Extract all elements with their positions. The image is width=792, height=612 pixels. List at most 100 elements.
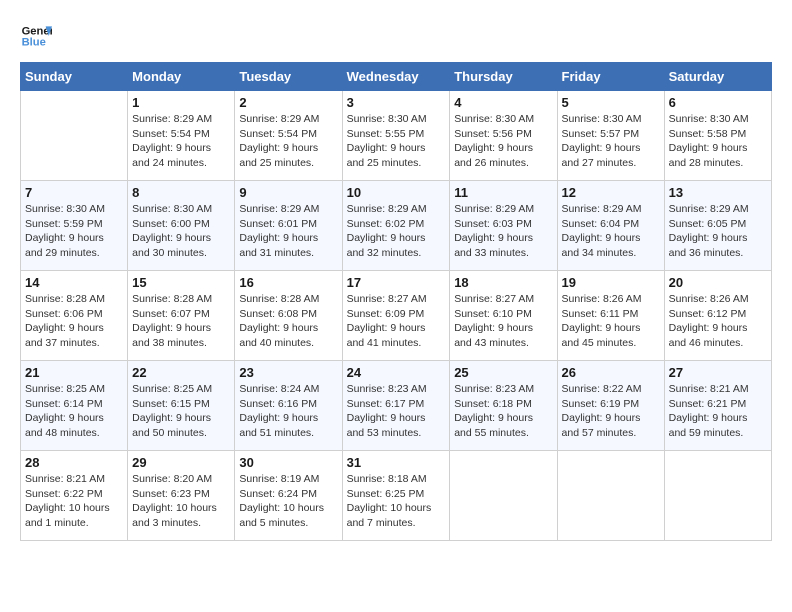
calendar-cell: 30Sunrise: 8:19 AM Sunset: 6:24 PM Dayli… <box>235 451 342 541</box>
day-number: 31 <box>347 455 446 470</box>
calendar-cell: 22 Sunrise: 8:25 AM Sunset: 6:15 PM Dayli… <box>128 361 235 451</box>
day-number: 12 <box>562 185 660 200</box>
day-info: Sunrise: 8:28 AM Sunset: 6:07 PM Dayligh… <box>132 292 230 351</box>
page-header: General Blue <box>20 20 772 52</box>
day-info: Sunrise: 8:21 AM Sunset: 6:22 PM Dayligh… <box>25 472 123 531</box>
calendar-week-2: 7 Sunrise: 8:30 AM Sunset: 5:59 PM Daylig… <box>21 181 772 271</box>
day-info: Sunrise: 8:30 AM Sunset: 5:56 PM Dayligh… <box>454 112 552 171</box>
calendar-cell: 12 Sunrise: 8:29 AM Sunset: 6:04 PM Dayli… <box>557 181 664 271</box>
day-number: 5 <box>562 95 660 110</box>
svg-text:Blue: Blue <box>22 37 46 49</box>
calendar-week-3: 14 Sunrise: 8:28 AM Sunset: 6:06 PM Dayli… <box>21 271 772 361</box>
calendar-cell: 8 Sunrise: 8:30 AM Sunset: 6:00 PM Daylig… <box>128 181 235 271</box>
calendar-cell: 17 Sunrise: 8:27 AM Sunset: 6:09 PM Dayli… <box>342 271 450 361</box>
day-info: Sunrise: 8:30 AM Sunset: 5:57 PM Dayligh… <box>562 112 660 171</box>
day-number: 9 <box>239 185 337 200</box>
calendar-week-5: 28 Sunrise: 8:21 AM Sunset: 6:22 PM Dayli… <box>21 451 772 541</box>
day-number: 2 <box>239 95 337 110</box>
calendar-cell: 5 Sunrise: 8:30 AM Sunset: 5:57 PM Daylig… <box>557 91 664 181</box>
calendar-week-4: 21Sunrise: 8:25 AM Sunset: 6:14 PM Dayli… <box>21 361 772 451</box>
calendar-cell <box>557 451 664 541</box>
day-info: Sunrise: 8:24 AM Sunset: 6:16 PM Dayligh… <box>239 382 337 441</box>
day-info: Sunrise: 8:21 AM Sunset: 6:21 PM Dayligh… <box>669 382 767 441</box>
day-info: Sunrise: 8:29 AM Sunset: 6:04 PM Dayligh… <box>562 202 660 261</box>
day-info: Sunrise: 8:25 AM Sunset: 6:15 PM Dayligh… <box>132 382 230 441</box>
day-number: 25 <box>454 365 552 380</box>
day-number: 28 <box>25 455 123 470</box>
day-number: 19 <box>562 275 660 290</box>
day-info: Sunrise: 8:30 AM Sunset: 6:00 PM Dayligh… <box>132 202 230 261</box>
day-info: Sunrise: 8:23 AM Sunset: 6:17 PM Dayligh… <box>347 382 446 441</box>
day-number: 18 <box>454 275 552 290</box>
calendar-week-1: 1 Sunrise: 8:29 AM Sunset: 5:54 PM Daylig… <box>21 91 772 181</box>
calendar-header-row: SundayMondayTuesdayWednesdayThursdayFrid… <box>21 63 772 91</box>
day-number: 23 <box>239 365 337 380</box>
header-monday: Monday <box>128 63 235 91</box>
day-number: 10 <box>347 185 446 200</box>
calendar-cell <box>21 91 128 181</box>
day-info: Sunrise: 8:26 AM Sunset: 6:12 PM Dayligh… <box>669 292 767 351</box>
day-number: 16 <box>239 275 337 290</box>
header-saturday: Saturday <box>664 63 771 91</box>
day-info: Sunrise: 8:27 AM Sunset: 6:09 PM Dayligh… <box>347 292 446 351</box>
header-sunday: Sunday <box>21 63 128 91</box>
calendar-cell <box>450 451 557 541</box>
day-info: Sunrise: 8:18 AM Sunset: 6:25 PM Dayligh… <box>347 472 446 531</box>
day-info: Sunrise: 8:30 AM Sunset: 5:58 PM Dayligh… <box>669 112 767 171</box>
day-number: 24 <box>347 365 446 380</box>
logo: General Blue <box>20 20 56 52</box>
day-number: 11 <box>454 185 552 200</box>
calendar-cell: 31 Sunrise: 8:18 AM Sunset: 6:25 PM Dayli… <box>342 451 450 541</box>
day-number: 17 <box>347 275 446 290</box>
day-number: 22 <box>132 365 230 380</box>
day-number: 6 <box>669 95 767 110</box>
day-info: Sunrise: 8:20 AM Sunset: 6:23 PM Dayligh… <box>132 472 230 531</box>
calendar-cell: 15Sunrise: 8:28 AM Sunset: 6:07 PM Dayli… <box>128 271 235 361</box>
day-number: 8 <box>132 185 230 200</box>
calendar-cell: 4 Sunrise: 8:30 AM Sunset: 5:56 PM Daylig… <box>450 91 557 181</box>
calendar-cell: 2 Sunrise: 8:29 AM Sunset: 5:54 PM Daylig… <box>235 91 342 181</box>
calendar-cell: 23 Sunrise: 8:24 AM Sunset: 6:16 PM Dayli… <box>235 361 342 451</box>
day-number: 29 <box>132 455 230 470</box>
calendar-cell: 9Sunrise: 8:29 AM Sunset: 6:01 PM Daylig… <box>235 181 342 271</box>
calendar-cell: 24 Sunrise: 8:23 AM Sunset: 6:17 PM Dayli… <box>342 361 450 451</box>
calendar-cell: 27 Sunrise: 8:21 AM Sunset: 6:21 PM Dayli… <box>664 361 771 451</box>
day-number: 1 <box>132 95 230 110</box>
calendar-cell: 3 Sunrise: 8:30 AM Sunset: 5:55 PM Daylig… <box>342 91 450 181</box>
day-info: Sunrise: 8:30 AM Sunset: 5:55 PM Dayligh… <box>347 112 446 171</box>
day-number: 7 <box>25 185 123 200</box>
calendar-cell: 21Sunrise: 8:25 AM Sunset: 6:14 PM Dayli… <box>21 361 128 451</box>
day-info: Sunrise: 8:26 AM Sunset: 6:11 PM Dayligh… <box>562 292 660 351</box>
day-info: Sunrise: 8:25 AM Sunset: 6:14 PM Dayligh… <box>25 382 123 441</box>
calendar-cell: 25 Sunrise: 8:23 AM Sunset: 6:18 PM Dayli… <box>450 361 557 451</box>
day-number: 26 <box>562 365 660 380</box>
header-thursday: Thursday <box>450 63 557 91</box>
calendar-cell: 18 Sunrise: 8:27 AM Sunset: 6:10 PM Dayli… <box>450 271 557 361</box>
header-friday: Friday <box>557 63 664 91</box>
day-info: Sunrise: 8:30 AM Sunset: 5:59 PM Dayligh… <box>25 202 123 261</box>
day-number: 14 <box>25 275 123 290</box>
calendar-cell: 11Sunrise: 8:29 AM Sunset: 6:03 PM Dayli… <box>450 181 557 271</box>
logo-icon: General Blue <box>20 20 52 52</box>
day-number: 4 <box>454 95 552 110</box>
calendar-cell: 14 Sunrise: 8:28 AM Sunset: 6:06 PM Dayli… <box>21 271 128 361</box>
calendar-cell: 1Sunrise: 8:29 AM Sunset: 5:54 PM Daylig… <box>128 91 235 181</box>
day-info: Sunrise: 8:28 AM Sunset: 6:06 PM Dayligh… <box>25 292 123 351</box>
day-info: Sunrise: 8:19 AM Sunset: 6:24 PM Dayligh… <box>239 472 337 531</box>
calendar-cell: 19 Sunrise: 8:26 AM Sunset: 6:11 PM Dayli… <box>557 271 664 361</box>
calendar-cell <box>664 451 771 541</box>
day-number: 27 <box>669 365 767 380</box>
day-info: Sunrise: 8:28 AM Sunset: 6:08 PM Dayligh… <box>239 292 337 351</box>
calendar-cell: 6 Sunrise: 8:30 AM Sunset: 5:58 PM Daylig… <box>664 91 771 181</box>
calendar-cell: 13Sunrise: 8:29 AM Sunset: 6:05 PM Dayli… <box>664 181 771 271</box>
calendar-cell: 10Sunrise: 8:29 AM Sunset: 6:02 PM Dayli… <box>342 181 450 271</box>
header-wednesday: Wednesday <box>342 63 450 91</box>
day-number: 3 <box>347 95 446 110</box>
day-info: Sunrise: 8:22 AM Sunset: 6:19 PM Dayligh… <box>562 382 660 441</box>
day-info: Sunrise: 8:27 AM Sunset: 6:10 PM Dayligh… <box>454 292 552 351</box>
calendar: SundayMondayTuesdayWednesdayThursdayFrid… <box>20 62 772 541</box>
day-number: 20 <box>669 275 767 290</box>
day-info: Sunrise: 8:23 AM Sunset: 6:18 PM Dayligh… <box>454 382 552 441</box>
day-info: Sunrise: 8:29 AM Sunset: 5:54 PM Dayligh… <box>239 112 337 171</box>
calendar-cell: 29 Sunrise: 8:20 AM Sunset: 6:23 PM Dayli… <box>128 451 235 541</box>
